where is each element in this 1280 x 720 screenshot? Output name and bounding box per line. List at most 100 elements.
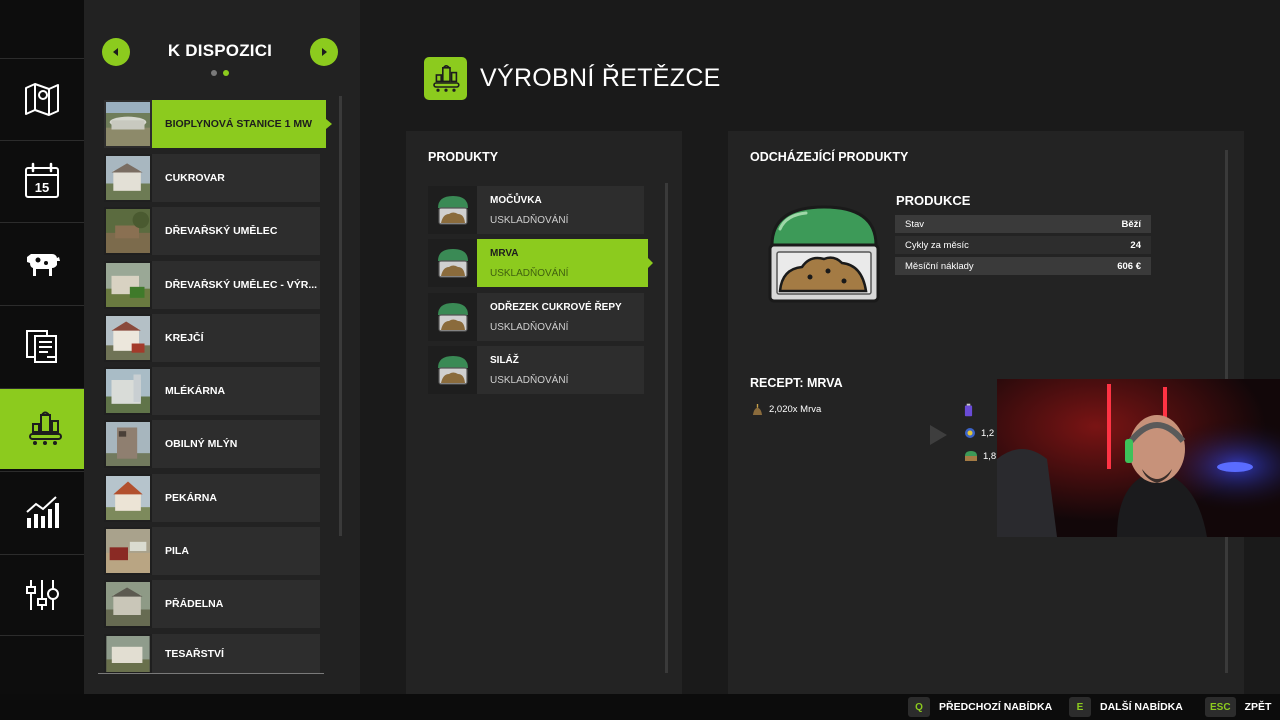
product-item[interactable]: ODŘEZEK CUKROVÉ ŘEPY USKLADŇOVÁNÍ [428, 293, 644, 341]
webcam-overlay [997, 379, 1280, 537]
nav-contracts[interactable] [0, 305, 84, 386]
product-item[interactable]: SILÁŽ USKLADŇOVÁNÍ [428, 346, 644, 394]
settings-icon [26, 580, 59, 610]
page-dot-2[interactable] [223, 70, 229, 76]
recipe-output-label: 1,2 [981, 427, 995, 439]
list-item[interactable]: MLÉKÁRNA [104, 367, 320, 415]
contracts-icon [26, 330, 57, 363]
input-hint-bar: Q PŘEDCHOZÍ NABÍDKA E DALŠÍ NABÍDKA ESC … [0, 694, 1280, 720]
digestate-icon [965, 451, 977, 461]
production-list-column: K DISPOZICI BIOPLYNOVÁ STANICE 1 MW CUKR… [84, 0, 360, 694]
product-name: SILÁŽ [490, 354, 519, 366]
item-thumbnail [104, 580, 152, 628]
recipe-input: 2,020x Mrva [752, 403, 821, 416]
product-status: USKLADŇOVÁNÍ [490, 214, 569, 226]
hint-previous-menu[interactable]: Q PŘEDCHOZÍ NABÍDKA [908, 697, 1052, 717]
products-panel: PRODUKTY MOČŮVKA USKLADŇOVÁNÍ MRVA USKLADŇ… [406, 131, 682, 694]
item-thumbnail [104, 634, 152, 674]
item-thumbnail [104, 527, 152, 575]
nav-map[interactable] [0, 58, 84, 139]
recipe-title: RECEPT: MRVA [750, 376, 843, 390]
manure-small-icon [752, 404, 763, 415]
nav-production[interactable] [0, 388, 96, 469]
product-name: MRVA [490, 247, 519, 259]
stat-label: Cykly za měsíc [905, 239, 969, 251]
nav-animals[interactable] [0, 222, 84, 303]
list-item[interactable]: DŘEVAŘSKÝ UMĚLEC - VÝR... [104, 261, 320, 309]
animals-icon [27, 254, 60, 276]
list-item[interactable]: TESAŘSTVÍ [104, 634, 320, 674]
hint-back[interactable]: ESC ZPĚT [1205, 697, 1271, 717]
item-thumbnail [104, 474, 152, 522]
product-item[interactable]: MOČŮVKA USKLADŇOVÁNÍ [428, 186, 644, 234]
list-divider [98, 673, 324, 674]
products-scrollbar[interactable] [665, 183, 668, 673]
nav-calendar[interactable]: 15 [0, 140, 84, 221]
stat-label: Stav [905, 218, 925, 230]
hint-label: ZPĚT [1244, 701, 1272, 713]
production-title: PRODUKCE [896, 193, 971, 208]
item-label: DŘEVAŘSKÝ UMĚLEC - VÝR... [165, 279, 318, 291]
recipe-input-label: 2,020x Mrva [769, 404, 822, 415]
item-label: PŘÁDELNA [165, 598, 224, 610]
battery-icon [964, 403, 973, 422]
list-item[interactable]: OBILNÝ MLÝN [104, 420, 320, 468]
list-item[interactable]: BIOPLYNOVÁ STANICE 1 MW [104, 100, 332, 148]
item-label: KREJČÍ [165, 332, 204, 344]
stat-value: 24 [1130, 239, 1141, 251]
page-title: VÝROBNÍ ŘETĚZCE [480, 64, 721, 92]
list-item[interactable]: DŘEVAŘSKÝ UMĚLEC [104, 207, 320, 255]
hint-label: DALŠÍ NABÍDKA [1100, 701, 1183, 713]
stat-row-cycles: Cykly za měsíc 24 [895, 236, 1151, 254]
next-page-button[interactable] [310, 38, 338, 66]
item-label: TESAŘSTVÍ [165, 648, 224, 660]
product-name: MOČŮVKA [490, 194, 542, 206]
map-icon [25, 83, 59, 116]
arrow-right-icon [322, 48, 327, 56]
stat-row-status: Stav Běží [895, 215, 1151, 233]
item-label: BIOPLYNOVÁ STANICE 1 MW [165, 118, 313, 130]
list-title: K DISPOZICI [167, 41, 273, 60]
list-item[interactable]: KREJČÍ [104, 314, 320, 362]
item-thumbnail [104, 367, 152, 415]
manure-heap-icon [428, 239, 477, 287]
production-chains-icon [424, 57, 467, 100]
list-scrollbar[interactable] [339, 96, 342, 536]
stat-row-costs: Měsíční náklady 606 € [895, 257, 1151, 275]
product-status: USKLADŇOVÁNÍ [490, 267, 569, 279]
item-thumbnail [104, 100, 152, 148]
key-badge: E [1069, 697, 1091, 717]
manure-heap-icon [428, 346, 477, 394]
item-thumbnail [104, 420, 152, 468]
list-item[interactable]: CUKROVAR [104, 154, 320, 202]
list-item[interactable]: PILA [104, 527, 320, 575]
item-label: MLÉKÁRNA [165, 385, 226, 397]
nav-settings[interactable] [0, 554, 84, 636]
fertilizer-icon [965, 428, 975, 438]
arrow-left-icon [113, 48, 118, 56]
hint-label: PŘEDCHOZÍ NABÍDKA [939, 701, 1053, 713]
play-arrow-icon [928, 424, 948, 451]
product-item[interactable]: MRVA USKLADŇOVÁNÍ [428, 239, 653, 287]
list-item[interactable]: PEKÁRNA [104, 474, 320, 522]
statistics-icon [26, 496, 59, 528]
hint-next-menu[interactable]: E DALŠÍ NABÍDKA [1069, 697, 1183, 717]
outgoing-title: ODCHÁZEJÍCÍ PRODUKTY [750, 150, 909, 164]
page-dot-1[interactable] [211, 70, 217, 76]
nav-statistics[interactable] [0, 471, 84, 552]
previous-page-button[interactable] [102, 38, 130, 66]
item-thumbnail [104, 261, 152, 309]
product-status: USKLADŇOVÁNÍ [490, 374, 569, 386]
item-label: PILA [165, 545, 189, 557]
key-badge: Q [908, 697, 930, 717]
item-thumbnail [104, 154, 152, 202]
stat-label: Měsíční náklady [905, 260, 974, 272]
item-label: PEKÁRNA [165, 492, 217, 504]
stat-value: Běží [1121, 218, 1141, 230]
production-icon [29, 411, 62, 445]
calendar-day: 15 [35, 180, 49, 195]
item-label: OBILNÝ MLÝN [165, 438, 238, 450]
list-item[interactable]: PŘÁDELNA [104, 580, 320, 628]
item-thumbnail [104, 207, 152, 255]
calendar-icon: 15 [25, 162, 59, 198]
